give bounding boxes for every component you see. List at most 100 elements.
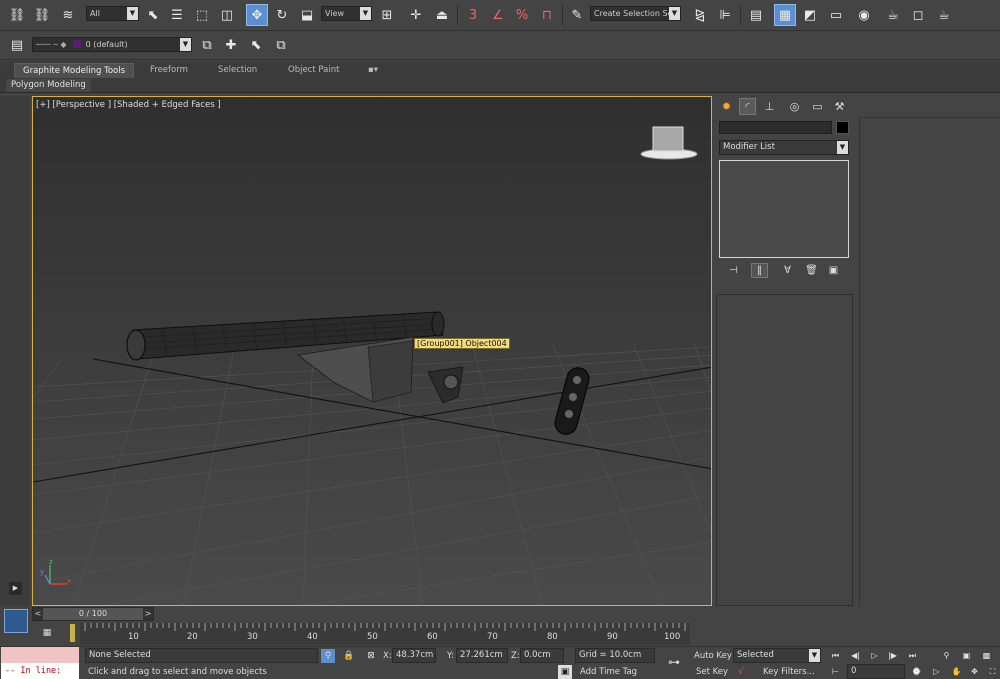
isolate-selection-icon[interactable]: ⚲ xyxy=(321,649,335,663)
key-filters-button[interactable]: Key Filters... xyxy=(763,665,815,679)
edit-named-selection-icon[interactable]: ✎ xyxy=(566,4,588,26)
maximize-viewport-icon[interactable]: ⛶ xyxy=(984,664,1000,679)
select-in-layer-icon[interactable]: ⬉ xyxy=(245,34,267,56)
remove-modifier-icon[interactable]: 🗑 xyxy=(803,263,820,278)
create-tab-icon[interactable]: ✹ xyxy=(718,98,735,115)
mirror-icon[interactable]: ⧎ xyxy=(689,4,711,26)
link-icon[interactable]: ⛓ xyxy=(6,4,28,26)
object-color-swatch[interactable] xyxy=(836,121,849,134)
key-mode-toggle-icon[interactable]: ⊢ xyxy=(827,664,844,679)
keyboard-shortcut-override-icon[interactable]: ⏏ xyxy=(431,4,453,26)
ribbon-options-icon[interactable]: ▪▾ xyxy=(360,63,386,78)
polygon-modeling-panel[interactable]: Polygon Modeling xyxy=(6,79,91,92)
field-of-view-icon[interactable]: ▷ xyxy=(928,664,945,679)
filmstrip-icon[interactable]: ▦ xyxy=(40,626,54,640)
tab-freeform[interactable]: Freeform xyxy=(142,63,196,78)
unlink-icon[interactable]: ⛓ xyxy=(31,4,53,26)
schematic-view-icon[interactable]: ▭ xyxy=(825,4,847,26)
set-current-layer-icon[interactable]: ⧉ xyxy=(270,34,292,56)
key-icon[interactable]: ⊶ xyxy=(663,655,685,669)
absolute-mode-icon[interactable]: ⊠ xyxy=(364,649,378,663)
play-icon[interactable]: ▷ xyxy=(866,648,883,663)
pan-view-icon[interactable]: ✋ xyxy=(948,664,965,679)
show-end-result-icon[interactable]: ‖ xyxy=(751,263,768,278)
time-slider-thumb[interactable]: 0 / 100 xyxy=(43,608,143,620)
curve-editor-icon[interactable]: ◩ xyxy=(799,4,821,26)
modifier-list-dropdown[interactable]: Modifier List ▼ xyxy=(719,140,849,155)
maxscript-output[interactable]: -- In line: xyxy=(1,663,79,679)
add-time-tag-button[interactable]: Add Time Tag xyxy=(580,665,637,679)
selection-filter-dropdown[interactable]: All ▼ xyxy=(86,6,139,21)
maxscript-input[interactable] xyxy=(1,647,79,663)
graphite-ribbon-icon[interactable]: ▦ xyxy=(774,4,796,26)
next-frame-button[interactable]: > xyxy=(143,608,153,620)
mini-curve-editor-button[interactable] xyxy=(4,609,28,633)
current-frame-input[interactable]: 0 xyxy=(847,664,905,679)
window-crossing-icon[interactable]: ◫ xyxy=(216,4,238,26)
angle-snap-icon[interactable]: ∠ xyxy=(487,4,509,26)
perspective-viewport[interactable]: z x y [+] [Perspective ] [Shaded + Edged… xyxy=(32,96,712,606)
set-key-button[interactable]: Set Key xyxy=(696,665,728,679)
select-manipulate-icon[interactable]: ✛ xyxy=(405,4,427,26)
key-mode-dropdown[interactable]: Selected ▼ xyxy=(733,648,821,663)
viewport-label[interactable]: [+] [Perspective ] [Shaded + Edged Faces… xyxy=(36,100,221,110)
rectangular-selection-icon[interactable]: ⬚ xyxy=(191,4,213,26)
next-frame-icon[interactable]: |▶ xyxy=(884,648,901,663)
trackbar[interactable]: 10 20 30 40 50 60 70 80 90 100 xyxy=(80,623,690,645)
modifier-stack[interactable] xyxy=(719,160,849,258)
go-to-end-icon[interactable]: ⏭ xyxy=(904,648,921,663)
pivot-center-icon[interactable]: ⊞ xyxy=(376,4,398,26)
auto-key-button[interactable]: Auto Key xyxy=(694,649,732,663)
previous-frame-button[interactable]: < xyxy=(33,608,43,620)
align-icon[interactable]: ⊫ xyxy=(714,4,736,26)
zoom-icon[interactable]: ⚲ xyxy=(938,648,955,663)
time-tag-icon[interactable]: ▣ xyxy=(558,665,572,679)
hierarchy-tab-icon[interactable]: ⊥ xyxy=(761,98,778,115)
tab-selection[interactable]: Selection xyxy=(210,63,265,78)
render-production-icon[interactable]: ☕ xyxy=(933,4,955,26)
tab-graphite-modeling-tools[interactable]: Graphite Modeling Tools xyxy=(14,63,135,78)
go-to-start-icon[interactable]: ⏮ xyxy=(827,648,844,663)
named-selection-dropdown[interactable]: Create Selection Se ▼ xyxy=(590,6,681,21)
select-by-name-icon[interactable]: ☰ xyxy=(166,4,188,26)
zoom-extents-icon[interactable]: ▣ xyxy=(958,648,975,663)
modify-tab-icon[interactable]: ◜ xyxy=(739,98,756,115)
layer-dropdown[interactable]: ─── ─ ◆ 0 (default) ▼ xyxy=(32,37,192,52)
make-unique-icon[interactable]: ∀ xyxy=(779,263,796,278)
layer-manager-icon[interactable]: ▤ xyxy=(745,4,767,26)
expand-arrow-icon[interactable]: ▶ xyxy=(9,582,22,595)
snaps-toggle-icon[interactable]: 3 xyxy=(462,4,484,26)
rendered-frame-icon[interactable]: ◻ xyxy=(907,4,929,26)
pin-stack-icon[interactable]: ⊣ xyxy=(725,263,742,278)
maxscript-listener[interactable]: -- In line: xyxy=(1,647,79,679)
select-move-icon[interactable]: ✥ xyxy=(246,4,268,26)
display-tab-icon[interactable]: ▭ xyxy=(809,98,826,115)
x-coordinate-input[interactable]: 48.37cm xyxy=(392,648,436,663)
motion-tab-icon[interactable]: ◎ xyxy=(786,98,803,115)
viewcube[interactable] xyxy=(640,126,698,160)
time-configuration-icon[interactable]: ⌚ xyxy=(908,664,925,679)
zoom-extents-all-icon[interactable]: ▩ xyxy=(978,648,995,663)
select-object-icon[interactable]: ⬉ xyxy=(142,4,164,26)
select-rotate-icon[interactable]: ↻ xyxy=(271,4,293,26)
select-scale-icon[interactable]: ⬓ xyxy=(296,4,318,26)
spinner-snap-icon[interactable]: ⊓ xyxy=(536,4,558,26)
layers-icon[interactable]: ▤ xyxy=(6,34,28,56)
material-editor-icon[interactable]: ◉ xyxy=(853,4,875,26)
set-key-tangent-icon[interactable]: √ xyxy=(734,665,748,679)
render-setup-icon[interactable]: ☕ xyxy=(882,4,904,26)
reference-coordinate-dropdown[interactable]: View ▼ xyxy=(321,6,372,21)
bind-spacewarp-icon[interactable]: ≋ xyxy=(57,4,79,26)
add-to-layer-icon[interactable]: ⧉ xyxy=(196,34,218,56)
utilities-tab-icon[interactable]: ⚒ xyxy=(831,98,848,115)
selection-lock-icon[interactable]: 🔒 xyxy=(342,649,356,663)
tab-object-paint[interactable]: Object Paint xyxy=(280,63,347,78)
create-layer-icon[interactable]: ✚ xyxy=(220,34,242,56)
time-slider[interactable]: < 0 / 100 > xyxy=(32,607,154,621)
previous-frame-icon[interactable]: ◀| xyxy=(847,648,864,663)
z-coordinate-input[interactable]: 0.0cm xyxy=(520,648,564,663)
y-coordinate-input[interactable]: 27.261cm xyxy=(456,648,508,663)
configure-modifier-sets-icon[interactable]: ▣ xyxy=(825,263,842,278)
orbit-icon[interactable]: ✥ xyxy=(966,664,983,679)
percent-snap-icon[interactable]: % xyxy=(511,4,533,26)
